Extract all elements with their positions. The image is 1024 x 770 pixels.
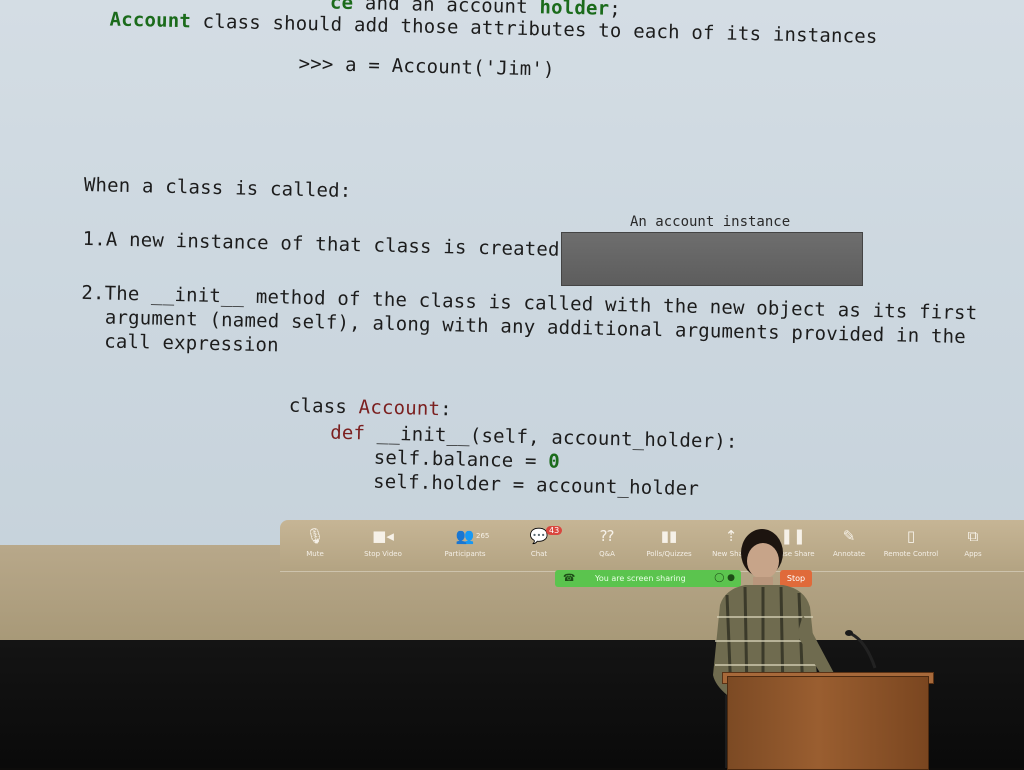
toolbar-item-apps[interactable]: ⧉ Apps bbox=[940, 526, 1006, 558]
toolbar-item-chat[interactable]: 💬 Chat bbox=[506, 526, 572, 558]
prompt-code: >>> a = Account('Jim') bbox=[298, 52, 555, 81]
participants-count: 265 bbox=[476, 532, 490, 540]
video-camera-icon: ■◂ bbox=[372, 527, 394, 545]
step-2-line-3: call expression bbox=[104, 330, 280, 357]
toolbar-item-label: Stop Video bbox=[364, 550, 402, 558]
toolbar-item-label: Chat bbox=[530, 550, 548, 558]
code-keyword-def: def bbox=[330, 421, 366, 445]
code-line-holder: self.holder = account_holder bbox=[372, 470, 700, 500]
highlight-fragment: ce bbox=[329, 0, 354, 15]
toolbar-item-remote-control[interactable]: ▯ Remote Control bbox=[878, 526, 944, 558]
toolbar-item-label: Q&A bbox=[599, 550, 615, 558]
chat-icon: 💬 bbox=[529, 527, 549, 545]
step-1: 1.A new instance of that class is create… bbox=[82, 227, 572, 262]
toolbar-item-label: Polls/Quizzes bbox=[646, 550, 692, 558]
when-called-heading: When a class is called: bbox=[83, 173, 352, 203]
microphone-icon: 🎙 bbox=[305, 527, 325, 545]
qa-icon: ⁇ bbox=[600, 527, 614, 545]
highlight-account: Account bbox=[109, 8, 192, 33]
podium bbox=[727, 676, 929, 770]
code-class-name: Account bbox=[358, 396, 441, 421]
code-keyword: class bbox=[288, 394, 348, 418]
apps-icon: ⧉ bbox=[967, 527, 979, 545]
highlight-holder: holder bbox=[539, 0, 610, 20]
toolbar-item-label: Participants bbox=[444, 550, 486, 558]
text-fragment: ; bbox=[609, 0, 622, 21]
code-line-class: class Account: bbox=[289, 395, 452, 421]
toolbar-item-participants[interactable]: 👥 Participants 265 bbox=[432, 526, 498, 558]
redacted-instance-box bbox=[561, 232, 863, 286]
toolbar-item-q-a[interactable]: ⁇ Q&A bbox=[574, 526, 640, 558]
lecture-slide: ce and an account holder; Account class … bbox=[0, 0, 1024, 568]
toolbar-item-stop-video[interactable]: ■◂ Stop Video bbox=[350, 526, 416, 558]
instance-caption: An account instance bbox=[630, 214, 791, 230]
toolbar-item-polls-quizzes[interactable]: ▮▮ Polls/Quizzes bbox=[636, 526, 702, 558]
toolbar-item-mute[interactable]: 🎙 Mute bbox=[282, 526, 348, 558]
poll-icon: ▮▮ bbox=[660, 527, 678, 545]
phone-icon: ☎ bbox=[563, 573, 576, 584]
chat-badge: 43 bbox=[546, 526, 563, 535]
code-number: 0 bbox=[548, 450, 561, 473]
code-line-balance: self.balance = 0 bbox=[373, 447, 560, 473]
sharing-text: You are screen sharing bbox=[595, 574, 686, 583]
remote-control-icon: ▯ bbox=[906, 527, 916, 545]
toolbar-item-label: Mute bbox=[306, 550, 324, 558]
toolbar-item-label: Apps bbox=[964, 550, 982, 558]
code-text: self.balance = bbox=[373, 446, 549, 473]
code-colon: : bbox=[439, 398, 453, 421]
toolbar-item-label: Remote Control bbox=[883, 550, 939, 558]
